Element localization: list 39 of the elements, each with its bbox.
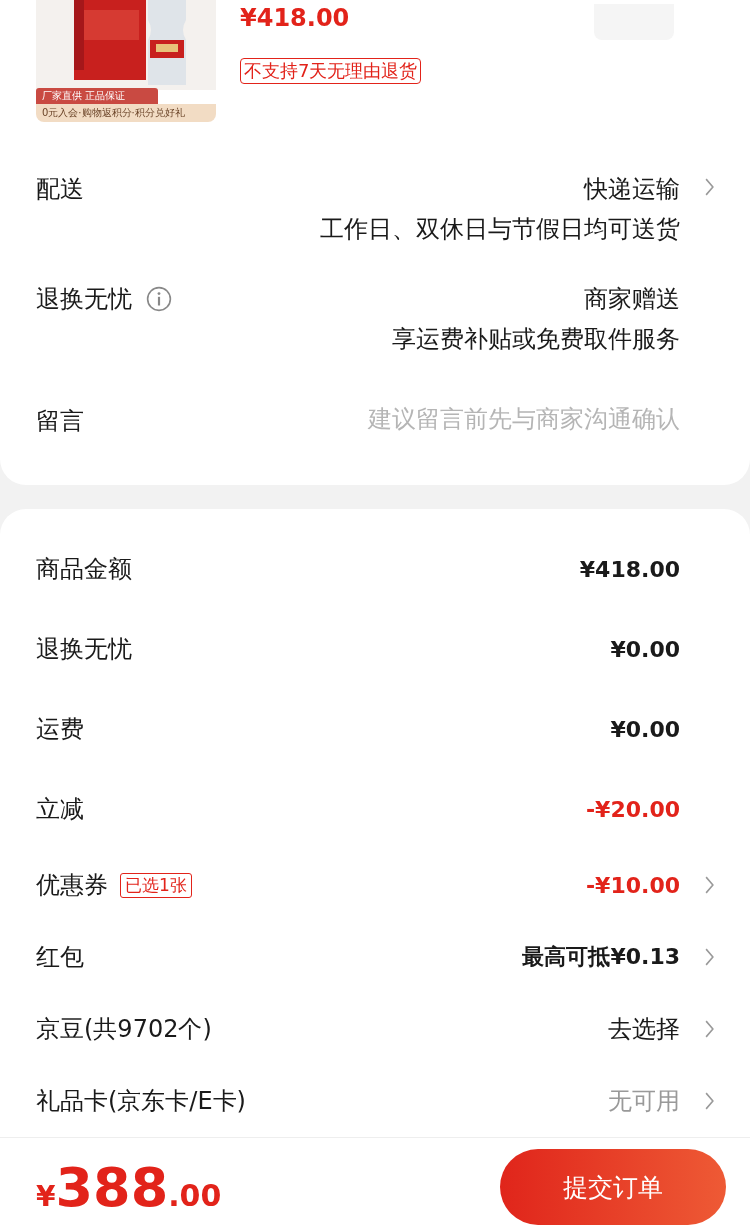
message-field[interactable]: 建议留言前先与商家沟通确认 xyxy=(300,405,680,433)
summary-value[interactable]: 无可用 xyxy=(608,1085,680,1117)
summary-label: 运费 xyxy=(36,714,84,745)
summary-label: 京豆(共9702个) xyxy=(36,1014,212,1045)
summary-label: 退换无忧 xyxy=(36,634,132,665)
chevron-icon[interactable] xyxy=(705,178,714,196)
info-icon[interactable] xyxy=(146,286,172,312)
submit-order-button[interactable]: 提交订单 xyxy=(500,1149,726,1225)
summary-value: -¥20.00 xyxy=(585,796,680,822)
summary-label: 红包 xyxy=(36,942,84,973)
chevron-icon[interactable] xyxy=(705,948,714,966)
summary-value: ¥0.00 xyxy=(610,716,680,742)
option-value: 快递运输 xyxy=(584,174,680,205)
summary-label: 立减 xyxy=(36,794,84,825)
product-price: ¥418.00 xyxy=(240,4,350,32)
option-label: 退换无忧 xyxy=(36,284,132,315)
option-label: 配送 xyxy=(36,174,84,205)
image-promo: 0元入会·购物返积分·积分兑好礼 xyxy=(36,104,216,122)
currency-symbol: ¥ xyxy=(36,1179,56,1213)
summary-value: ¥0.00 xyxy=(610,636,680,662)
summary-label: 商品金额 xyxy=(36,554,132,585)
summary-value[interactable]: -¥10.00 xyxy=(585,872,680,898)
chevron-icon[interactable] xyxy=(705,1092,714,1110)
coupon-badge: 已选1张 xyxy=(120,872,192,898)
total-decimals: .00 xyxy=(168,1177,222,1213)
summary-label: 优惠券 xyxy=(36,870,108,901)
option-label: 留言 xyxy=(36,406,84,437)
summary-value: ¥418.00 xyxy=(579,556,680,582)
chevron-icon[interactable] xyxy=(705,876,714,894)
summary-label: 礼品卡(京东卡/E卡) xyxy=(36,1086,246,1117)
chevron-icon[interactable] xyxy=(705,1020,714,1038)
total-amount: 388 xyxy=(55,1155,169,1219)
option-value: 享运费补贴或免费取件服务 xyxy=(392,324,680,355)
option-value: 工作日、双休日与节假日均可送货 xyxy=(320,214,680,245)
return-policy-tag: 不支持7天无理由退货 xyxy=(240,58,422,84)
option-value: 商家赠送 xyxy=(584,284,680,315)
summary-value[interactable]: 去选择 xyxy=(608,1013,680,1045)
summary-value[interactable]: 最高可抵¥0.13 xyxy=(522,942,680,972)
image-banner: 厂家直供 正品保证 xyxy=(36,88,158,104)
